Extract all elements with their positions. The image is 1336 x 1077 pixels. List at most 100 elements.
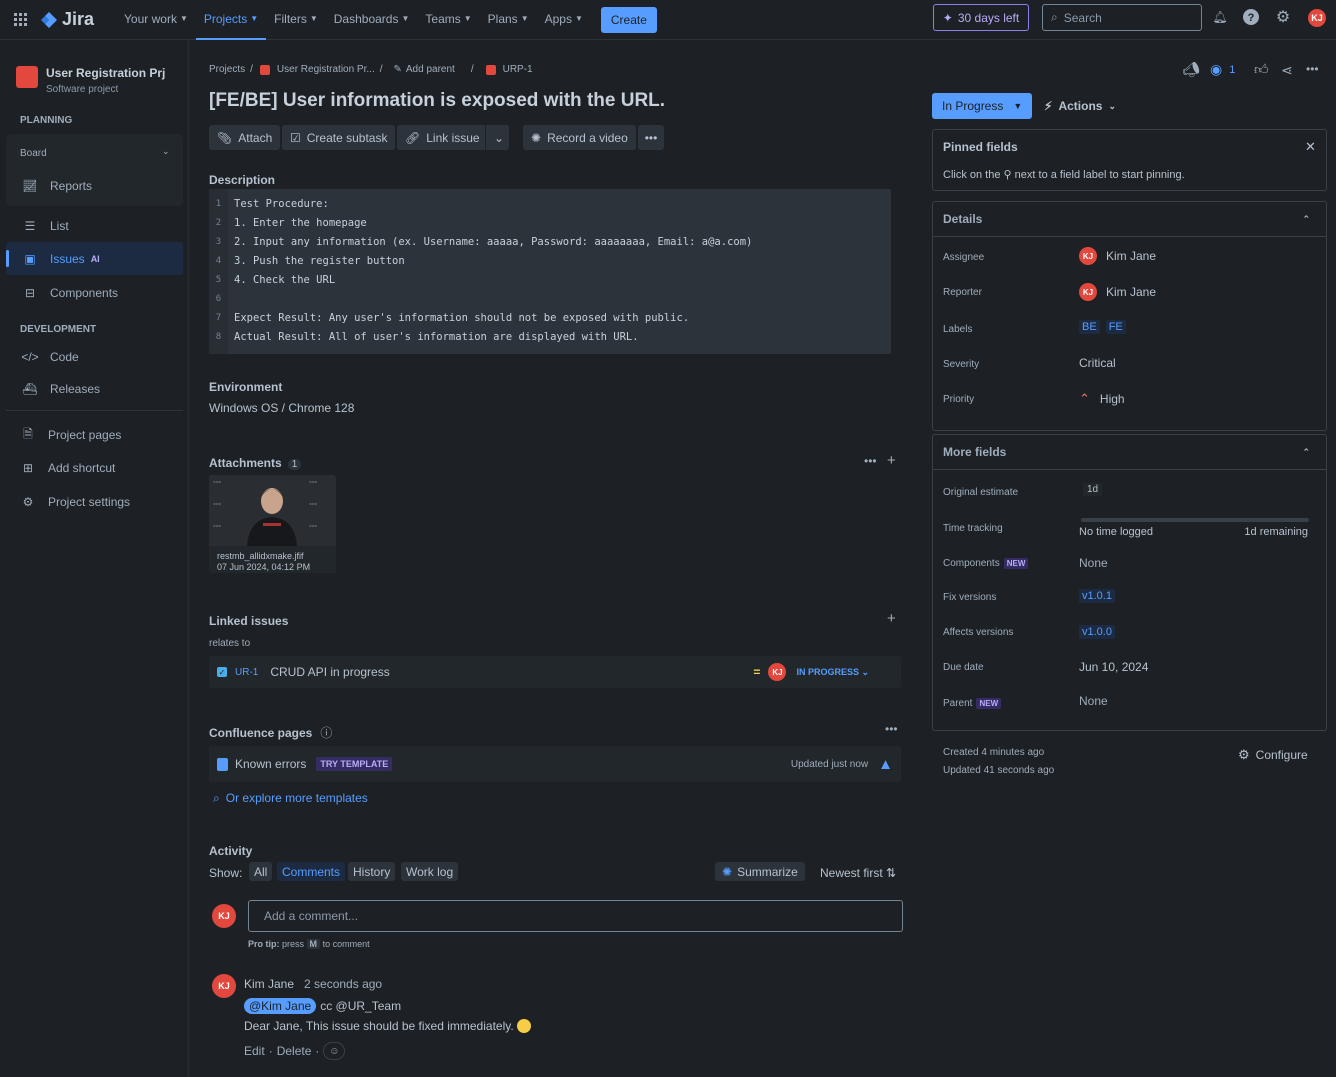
sidebar-item-reports[interactable]: 📈︎ Reports [22, 179, 92, 193]
close-icon[interactable]: ✕ [1305, 139, 1316, 155]
attachment-card[interactable]: ▪▪▪ ▪▪▪ ▪▪▪ ▪▪▪ ▪▪▪ ▪▪▪ restmb_allidxmake.jfi… [209, 475, 336, 573]
fix-versions-field[interactable]: v1.0.1 [1079, 589, 1115, 603]
add-linked-issue-icon[interactable]: + [887, 610, 896, 627]
sidebar-item-project-settings[interactable]: ⚙ Project settings [20, 495, 130, 509]
nav-dashboards[interactable]: Dashboards ▼ [326, 0, 418, 40]
nav-projects[interactable]: Projects ▼ [195, 0, 267, 40]
linked-issue-key[interactable]: UR-1 [235, 667, 258, 678]
sidebar-item-issues[interactable]: ▣ Issues AI [22, 252, 99, 266]
feedback-icon[interactable]: 📣︎ [1182, 61, 1200, 78]
details-title: Details [943, 212, 983, 226]
attachments-more-icon[interactable]: ••• [864, 454, 877, 468]
share-icon[interactable]: ⋖ [1281, 62, 1293, 79]
delete-comment-button[interactable]: Delete [277, 1044, 312, 1058]
assignee-field[interactable]: KJ Kim Jane [1079, 247, 1156, 265]
project-header[interactable]: User Registration Prj Software project [16, 66, 165, 95]
chevron-down-icon: ▼ [1013, 101, 1023, 111]
sidebar-item-project-pages[interactable]: 🗎︎ Project pages [20, 427, 121, 443]
info-icon[interactable]: ⓘ [320, 726, 332, 740]
sidebar-item-components[interactable]: ⊟ Components [22, 286, 118, 300]
more-actions-button[interactable]: ••• [638, 125, 664, 150]
edit-comment-button[interactable]: Edit [244, 1044, 265, 1058]
sidebar-item-board[interactable]: Board [20, 148, 47, 159]
nav-your-work[interactable]: Your work ▼ [116, 0, 196, 40]
svg-text:▪▪▪: ▪▪▪ [309, 479, 317, 484]
thumbs-up-icon[interactable]: 👍︎ [1254, 61, 1269, 78]
configure-button[interactable]: ⚙ Configure [1238, 747, 1308, 763]
nav-filters[interactable]: Filters ▼ [266, 0, 326, 40]
reporter-field[interactable]: KJ Kim Jane [1079, 283, 1156, 301]
notifications-icon[interactable]: 🔔︎ [1212, 9, 1228, 25]
search-input[interactable]: ⌕ Search [1042, 4, 1202, 31]
sidebar-item-code[interactable]: </> Code [21, 350, 78, 364]
description-code-block[interactable]: 1 2 3 4 5 6 7 8 Test Procedure: 1. Enter… [209, 189, 891, 354]
environment-value[interactable]: Windows OS / Chrome 128 [209, 401, 354, 415]
show-label: Show: [209, 866, 243, 880]
nav-teams[interactable]: Teams ▼ [417, 0, 479, 40]
priority-value: High [1099, 392, 1125, 406]
sidebar-item-add-shortcut[interactable]: ⊞ Add shortcut [20, 461, 115, 475]
more-fields-header[interactable]: More fields ⌃ [933, 435, 1326, 470]
due-date-value[interactable]: Jun 10, 2024 [1079, 660, 1148, 674]
comment-cc: cc @UR_Team [320, 999, 402, 1013]
mention-chip[interactable]: @Kim Jane [244, 998, 317, 1014]
details-header[interactable]: Details ⌃ [933, 202, 1326, 237]
add-attachment-icon[interactable]: + [887, 452, 896, 469]
label-tag[interactable]: BE [1079, 320, 1100, 334]
confluence-more-icon[interactable]: ••• [885, 722, 898, 736]
create-button[interactable]: Create [600, 6, 657, 33]
link-issue-button[interactable]: 🔗︎ Link issue [397, 125, 488, 150]
trial-button[interactable]: ✦ 30 days left [933, 4, 1029, 31]
sidebar-item-releases[interactable]: ⛴ Releases [22, 382, 100, 396]
settings-icon[interactable]: ⚙ [1275, 9, 1291, 26]
affects-versions-field[interactable]: v1.0.0 [1079, 625, 1115, 639]
labels-field[interactable]: BE FE [1079, 320, 1126, 334]
linked-issue-row[interactable]: ✓ UR-1 CRUD API in progress = KJ IN PROG… [209, 656, 901, 688]
sidebar-item-list[interactable]: ☰ List [22, 219, 69, 233]
summarize-button[interactable]: ✺ Summarize [715, 862, 805, 881]
issue-key[interactable]: URP-1 [503, 64, 533, 75]
profile-avatar[interactable]: KJ [1308, 9, 1326, 27]
tab-work-log[interactable]: Work log [401, 862, 459, 881]
priority-field[interactable]: ⌃ High [1079, 391, 1125, 407]
add-parent-link[interactable]: Add parent [406, 64, 455, 75]
original-estimate-value[interactable]: 1d [1083, 483, 1103, 496]
time-tracking-bar[interactable] [1081, 518, 1309, 522]
link-issue-dropdown[interactable]: ⌄ [485, 125, 509, 150]
status-dropdown[interactable]: In Progress ▼ [932, 93, 1033, 119]
comment-input[interactable]: Add a comment... [248, 900, 903, 932]
tab-history[interactable]: History [348, 862, 396, 881]
attach-button[interactable]: 📎︎ Attach [209, 125, 281, 150]
parent-value[interactable]: None [1079, 694, 1108, 708]
tab-all[interactable]: All [249, 862, 273, 881]
version-tag[interactable]: v1.0.1 [1079, 589, 1115, 603]
record-video-button[interactable]: ✺ Record a video [523, 125, 636, 150]
button-label: Link issue [426, 130, 480, 145]
help-icon[interactable]: ? [1243, 9, 1259, 25]
components-value[interactable]: None [1079, 556, 1108, 570]
more-icon[interactable]: ••• [1306, 62, 1319, 76]
watch-button[interactable]: ◉ 1 [1210, 61, 1235, 78]
jira-logo[interactable]: Jira [40, 9, 94, 30]
breadcrumb-project[interactable]: User Registration Pr... [277, 64, 375, 75]
label-tag[interactable]: FE [1105, 320, 1126, 334]
try-template-badge[interactable]: TRY TEMPLATE [316, 757, 393, 771]
severity-value[interactable]: Critical [1079, 356, 1116, 370]
explore-templates-link[interactable]: ⌕ Or explore more templates [213, 791, 368, 806]
create-subtask-button[interactable]: ☑ Create subtask [282, 125, 396, 150]
nav-apps[interactable]: Apps ▼ [537, 0, 591, 40]
linked-status-dropdown[interactable]: IN PROGRESS ⌄ [796, 667, 869, 678]
actions-dropdown[interactable]: ⚡︎ Actions ⌄ [1044, 99, 1116, 113]
chevron-down-icon[interactable]: ⌄ [162, 146, 170, 157]
sort-button[interactable]: Newest first ⇅ [820, 866, 896, 880]
issue-title[interactable]: [FE/BE] User information is exposed with… [209, 90, 665, 112]
tab-comments[interactable]: Comments [277, 862, 346, 881]
line-number: 1 [215, 199, 222, 209]
app-switcher-icon[interactable] [14, 12, 28, 27]
breadcrumb-projects[interactable]: Projects [209, 64, 245, 75]
version-tag[interactable]: v1.0.0 [1079, 625, 1115, 639]
add-reaction-icon[interactable]: ☺ [323, 1042, 346, 1060]
selected-indicator [6, 250, 9, 267]
confluence-page-row[interactable]: Known errors TRY TEMPLATE Updated just n… [209, 746, 901, 782]
nav-plans[interactable]: Plans ▼ [480, 0, 537, 40]
